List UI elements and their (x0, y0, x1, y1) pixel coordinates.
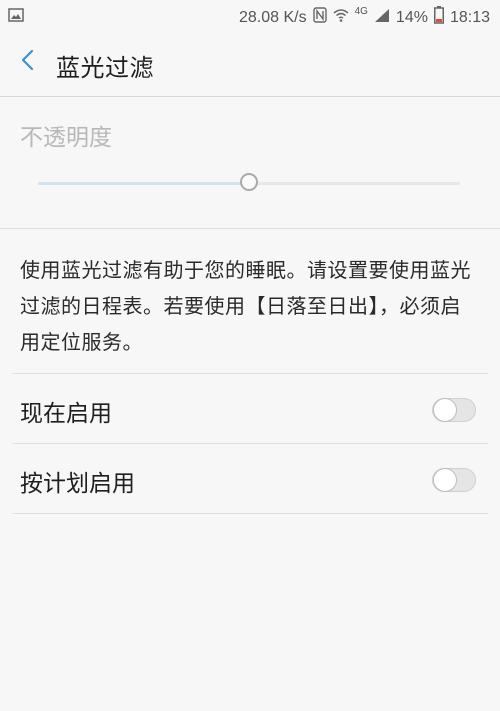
network-type: 4G (354, 6, 368, 17)
opacity-slider[interactable] (38, 173, 460, 191)
status-icons: 28.08 K/s 4G 14% 18:13 (239, 6, 490, 29)
toggle-knob (433, 398, 457, 422)
status-bar: 28.08 K/s 4G 14% 18:13 (0, 0, 500, 32)
setting-row-enable-now[interactable]: 现在启用 (12, 374, 488, 444)
back-button[interactable] (12, 46, 44, 78)
app-bar: 蓝光过滤 (0, 32, 500, 97)
slider-fill (38, 182, 249, 185)
nfc-icon (312, 7, 327, 28)
page-title: 蓝光过滤 (56, 54, 154, 82)
chevron-left-icon (20, 49, 36, 75)
wifi-icon (333, 8, 349, 27)
opacity-label: 不透明度 (20, 125, 112, 151)
enable-now-toggle[interactable] (432, 398, 476, 422)
slider-thumb[interactable] (240, 173, 258, 191)
description-text: 使用蓝光过滤有助于您的睡眠。请设置要使用蓝光过滤的日程表。若要使用【日落至日出】… (20, 258, 471, 354)
signal-icon (374, 8, 390, 27)
setting-label: 现在启用 (20, 401, 112, 427)
net-speed: 28.08 K/s (238, 8, 307, 26)
battery-percent: 14% (395, 8, 428, 26)
image-icon (8, 7, 24, 27)
setting-row-schedule[interactable]: 按计划启用 (12, 444, 488, 514)
setting-label: 按计划启用 (20, 471, 135, 497)
divider (0, 228, 500, 229)
divider (12, 513, 488, 514)
schedule-toggle[interactable] (432, 468, 476, 492)
toggle-knob (433, 468, 457, 492)
clock: 18:13 (449, 8, 490, 26)
battery-icon (433, 6, 444, 29)
